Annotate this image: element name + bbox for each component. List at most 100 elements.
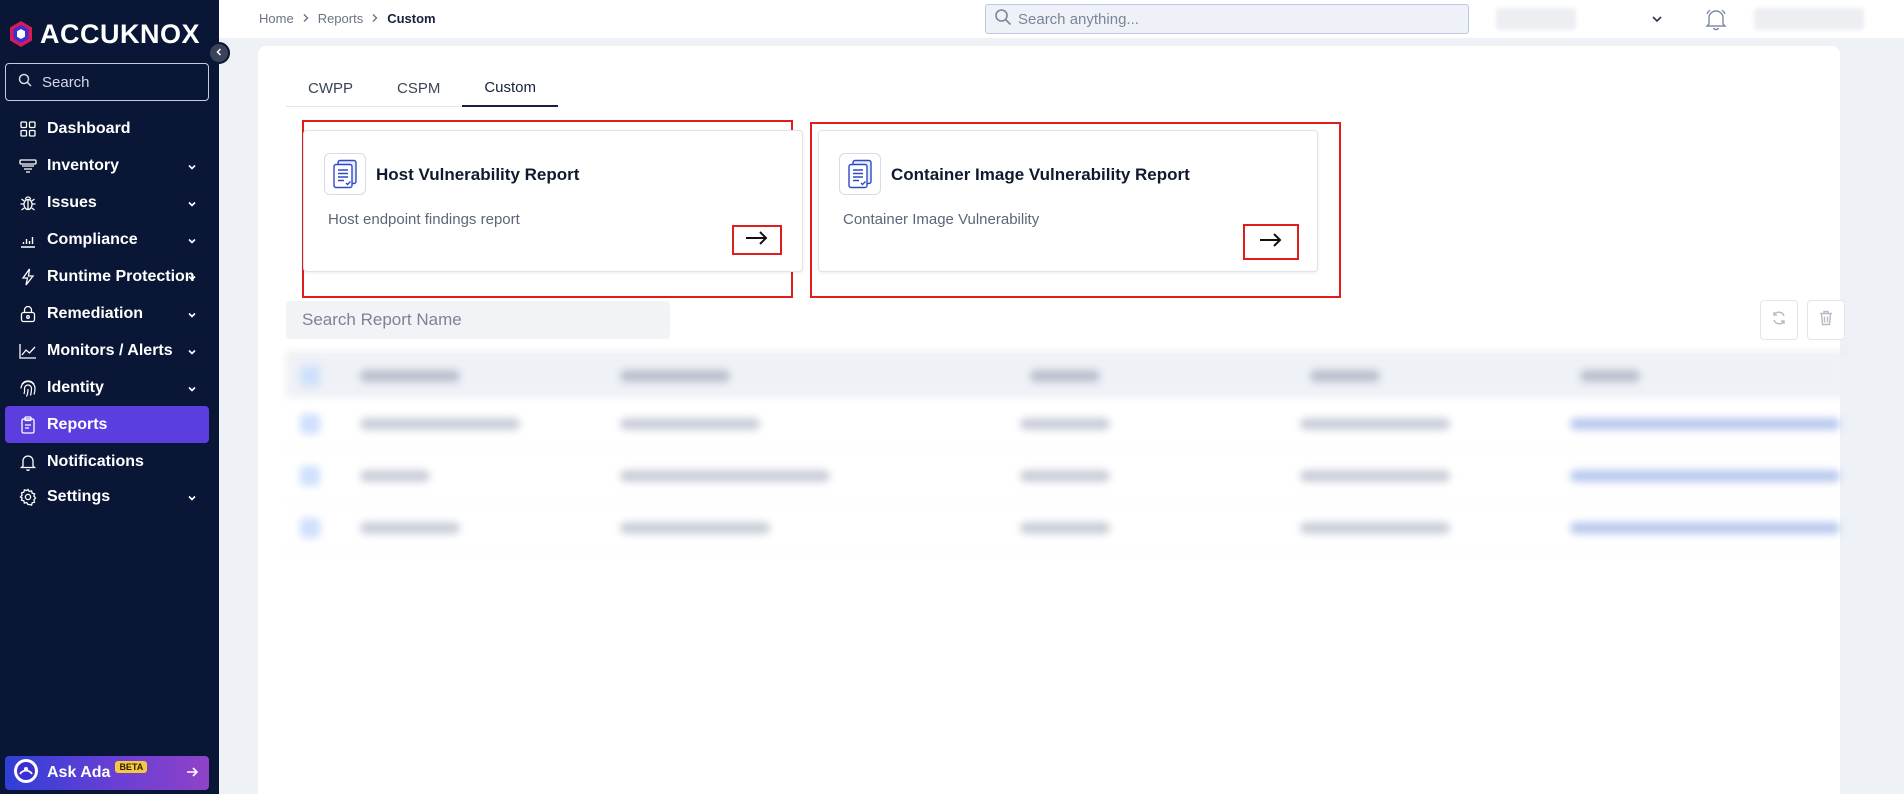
- user-profile-menu[interactable]: [1754, 8, 1864, 30]
- chevron-down-icon: [187, 233, 197, 251]
- sidebar-item-inventory[interactable]: Inventory: [5, 147, 209, 184]
- ask-ada-button[interactable]: Ask Ada BETA: [5, 756, 209, 790]
- sidebar-search-placeholder: Search: [42, 73, 90, 91]
- sidebar-item-runtime-protection[interactable]: Runtime Protection: [5, 258, 209, 295]
- notification-bell-icon[interactable]: [1704, 7, 1728, 36]
- table-header-cell: [360, 369, 460, 382]
- delete-button[interactable]: [1807, 300, 1845, 340]
- trash-icon: [1819, 310, 1833, 331]
- sidebar-item-label: Notifications: [47, 452, 144, 470]
- search-icon: [18, 73, 32, 92]
- table-header-cell: [620, 369, 730, 382]
- main-content: CWPP CSPM Custom Host Vulnerability Repo…: [258, 46, 1848, 794]
- table-header-cell: [1030, 369, 1100, 382]
- reports-table: [286, 352, 1848, 564]
- breadcrumb-reports[interactable]: Reports: [318, 11, 364, 26]
- sidebar-item-label: Remediation: [47, 304, 144, 322]
- row-checkbox[interactable]: [300, 517, 320, 538]
- report-card-title: Host Vulnerability Report: [376, 165, 580, 184]
- sidebar-item-monitors-alerts[interactable]: Monitors / Alerts: [5, 332, 209, 369]
- tab-custom[interactable]: Custom: [462, 70, 559, 107]
- workspace-selector[interactable]: [1496, 8, 1576, 30]
- table-cell: [1020, 521, 1110, 534]
- ada-avatar-icon: [13, 758, 39, 789]
- table-cell: [1300, 521, 1450, 534]
- bug-icon: [18, 193, 38, 213]
- table-header-cell: [1310, 369, 1380, 382]
- sidebar-item-settings[interactable]: Settings: [5, 478, 209, 515]
- chevron-down-icon: [187, 196, 197, 214]
- report-card-host-vulnerability[interactable]: Host Vulnerability Report Host endpoint …: [303, 130, 803, 272]
- breadcrumb-home[interactable]: Home: [259, 11, 294, 26]
- app-logo[interactable]: ACCUKNOX: [6, 16, 200, 52]
- table-cell: [1020, 417, 1110, 430]
- chevron-down-icon: [187, 381, 197, 399]
- table-row[interactable]: [286, 398, 1848, 450]
- sidebar-item-identity[interactable]: Identity: [5, 369, 209, 406]
- accuknox-logo-icon: [6, 19, 36, 49]
- bolt-icon: [18, 267, 38, 287]
- sidebar-item-issues[interactable]: Issues: [5, 184, 209, 221]
- chevron-left-icon: [214, 44, 224, 62]
- table-cell: [360, 469, 430, 482]
- report-tabs: CWPP CSPM Custom: [286, 70, 559, 107]
- sidebar-item-dashboard[interactable]: Dashboard: [5, 110, 209, 147]
- row-checkbox[interactable]: [300, 413, 320, 434]
- global-search-input[interactable]: Search anything...: [985, 4, 1469, 34]
- sidebar-item-label: Inventory: [47, 156, 120, 174]
- table-cell: [1020, 469, 1110, 482]
- open-container-report-button[interactable]: [1243, 224, 1299, 260]
- chevron-down-icon: [187, 270, 197, 288]
- tab-cwpp[interactable]: CWPP: [286, 70, 375, 107]
- arrow-right-icon: [185, 765, 199, 784]
- sidebar-item-reports[interactable]: Reports: [5, 406, 209, 443]
- lock-icon: [18, 304, 38, 324]
- tab-cspm[interactable]: CSPM: [375, 70, 462, 107]
- sidebar-item-label: Dashboard: [47, 119, 131, 137]
- clipboard-icon: [18, 415, 38, 435]
- table-cell: [620, 521, 770, 534]
- chevron-down-icon: [187, 490, 197, 508]
- table-header: [286, 352, 1848, 398]
- sidebar-item-notifications[interactable]: Notifications: [5, 443, 209, 480]
- chevron-down-icon: [187, 159, 197, 177]
- open-host-report-button[interactable]: [732, 225, 782, 255]
- table-cell: [360, 521, 460, 534]
- table-cell: [360, 417, 520, 430]
- chevron-down-icon[interactable]: [1651, 12, 1663, 30]
- refresh-icon: [1771, 310, 1787, 331]
- sidebar-item-compliance[interactable]: Compliance: [5, 221, 209, 258]
- document-icon: [324, 153, 366, 195]
- row-checkbox[interactable]: [300, 465, 320, 486]
- select-all-checkbox[interactable]: [300, 365, 320, 386]
- line-chart-icon: [18, 341, 38, 361]
- table-row[interactable]: [286, 450, 1848, 502]
- sidebar-item-label: Identity: [47, 378, 104, 396]
- report-card-title: Container Image Vulnerability Report: [891, 165, 1190, 184]
- sidebar-item-label: Settings: [47, 487, 111, 505]
- report-search-input[interactable]: Search Report Name: [286, 301, 670, 339]
- table-cell: [620, 417, 760, 430]
- gear-icon: [18, 487, 38, 507]
- chevron-down-icon: [187, 307, 197, 325]
- sidebar-item-remediation[interactable]: Remediation: [5, 295, 209, 332]
- chevron-down-icon: [187, 344, 197, 362]
- fingerprint-icon: [18, 378, 38, 398]
- sidebar-item-label: Runtime Protection: [47, 267, 195, 285]
- top-bar: Home Reports Custom Search anything...: [219, 0, 1904, 38]
- stack-icon: [18, 156, 38, 176]
- report-search-placeholder: Search Report Name: [302, 310, 462, 329]
- sidebar-collapse-button[interactable]: [208, 42, 230, 64]
- sidebar-search-input[interactable]: Search: [5, 63, 209, 101]
- table-cell: [1570, 521, 1840, 534]
- table-cell: [1570, 469, 1840, 482]
- table-row[interactable]: [286, 502, 1848, 554]
- report-card-subtitle: Container Image Vulnerability: [843, 211, 1040, 228]
- breadcrumb-current: Custom: [387, 11, 436, 26]
- arrow-right-icon: [745, 230, 769, 251]
- table-header-cell: [1580, 369, 1640, 382]
- search-icon: [994, 8, 1012, 31]
- bar-chart-icon: [18, 230, 38, 250]
- refresh-button[interactable]: [1760, 300, 1798, 340]
- table-cell: [1300, 417, 1450, 430]
